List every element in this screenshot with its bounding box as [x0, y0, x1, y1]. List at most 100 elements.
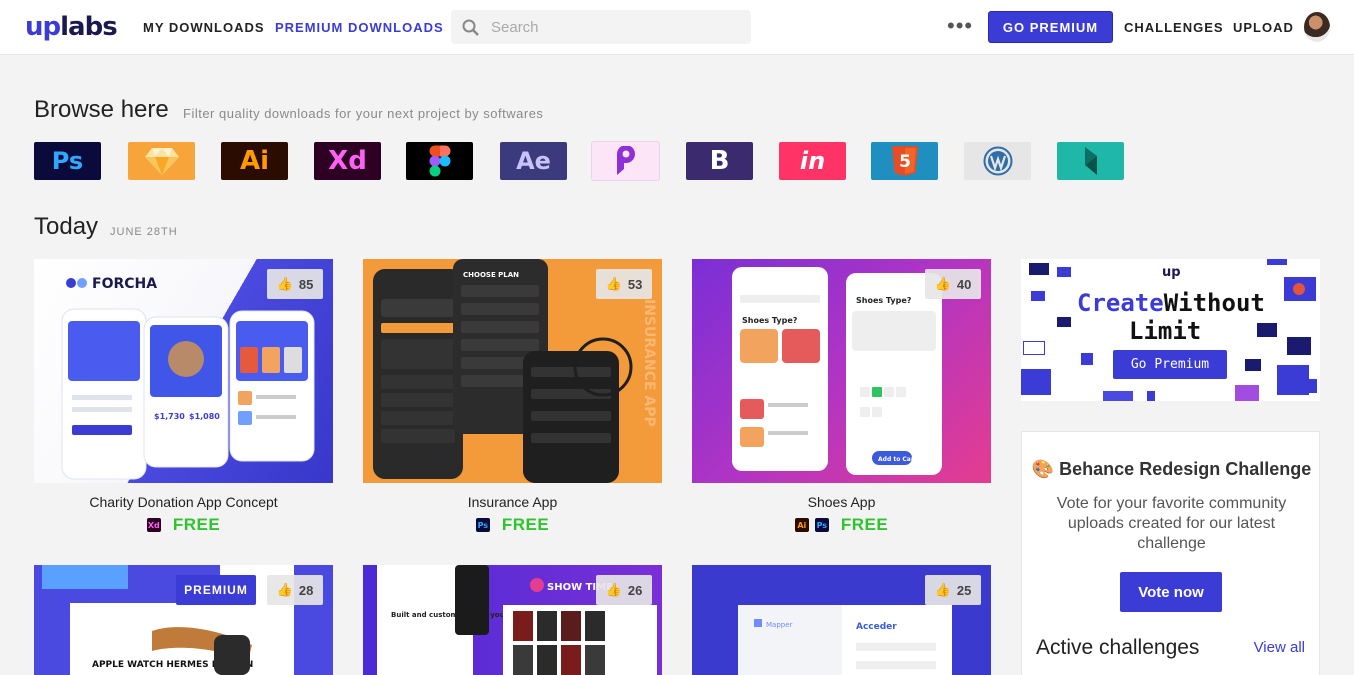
like-button[interactable]: 👍 26 — [596, 575, 652, 605]
like-button[interactable]: 👍 85 — [267, 269, 323, 299]
like-count: 40 — [956, 276, 972, 292]
software-wordpress[interactable] — [964, 142, 1031, 180]
price-label: FREE — [501, 515, 550, 534]
like-button[interactable]: 👍 25 — [925, 575, 981, 605]
price-label: FREE — [840, 515, 889, 534]
card-show-time[interactable]: Built and customized for your habits SHO… — [363, 565, 662, 675]
card-thumbnail[interactable]: Mapper Acceder 👍 25 — [692, 565, 991, 675]
thumbs-up-icon: 👍 — [934, 582, 951, 597]
card-thumbnail[interactable]: Shoes Type? Shoes Type? Add to Cart 👍 40 — [692, 259, 991, 483]
decorative-shape — [1309, 379, 1317, 393]
card-mapper[interactable]: Mapper Acceder 👍 25 — [692, 565, 991, 675]
like-button[interactable]: 👍 40 — [925, 269, 981, 299]
decorative-shape — [1147, 391, 1155, 401]
card-shoes-app[interactable]: Shoes Type? Shoes Type? Add to Cart 👍 40 … — [692, 259, 991, 549]
logo-up: up — [25, 12, 61, 42]
decorative-shape — [1267, 259, 1287, 265]
today-title: Today — [34, 213, 99, 240]
view-all-link[interactable]: View all — [1254, 639, 1305, 657]
like-count: 26 — [627, 582, 643, 598]
bootstrap-icon: B — [709, 146, 730, 176]
software-after-effects[interactable]: Ae — [500, 142, 567, 180]
nav-premium-downloads[interactable]: PREMIUM DOWNLOADS — [275, 20, 444, 36]
nav-my-downloads[interactable]: MY DOWNLOADS — [143, 20, 265, 36]
decorative-shape — [1245, 359, 1261, 371]
user-avatar[interactable] — [1304, 12, 1330, 42]
like-count: 28 — [298, 582, 314, 598]
card-title[interactable]: Insurance App — [363, 494, 662, 510]
software-bootstrap[interactable]: B — [686, 142, 753, 180]
thumbs-up-icon: 👍 — [276, 276, 293, 291]
decorative-shape — [1293, 283, 1305, 295]
ad-go-premium-button[interactable]: Go Premium — [1113, 350, 1227, 379]
card-charity-donation[interactable]: FORCHA $1,730 $1,080 👍 85 Charity Donatio… — [34, 259, 333, 549]
framer-icon — [1084, 147, 1097, 175]
svg-text:CHOOSE PLAN: CHOOSE PLAN — [463, 271, 519, 279]
nav-challenges[interactable]: CHALLENGES — [1124, 20, 1224, 36]
html5-icon: 5 — [891, 146, 918, 176]
figma-icon — [429, 145, 450, 177]
card-meta: Ps FREE — [363, 515, 662, 535]
ad-word-without: Without — [1163, 289, 1265, 317]
decorative-shape — [1031, 291, 1045, 301]
card-meta: Ai Ps FREE — [692, 515, 991, 535]
price-label: FREE — [172, 515, 221, 534]
decorative-shape — [1057, 267, 1071, 277]
uplabs-logo[interactable]: uplabs — [25, 12, 118, 42]
software-illustrator[interactable]: Ai — [221, 142, 288, 180]
wordpress-icon — [983, 146, 1012, 176]
svg-text:$1,730: $1,730 — [154, 412, 185, 421]
decorative-shape — [1023, 341, 1045, 355]
photoshop-icon: Ps — [475, 518, 490, 532]
card-thumbnail[interactable]: FORCHA $1,730 $1,080 👍 85 — [34, 259, 333, 483]
svg-text:Mapper: Mapper — [766, 621, 793, 629]
illustrator-icon: Ai — [794, 518, 809, 532]
ad-headline-limits: Limit — [1129, 317, 1202, 345]
browse-subtitle: Filter quality downloads for your next p… — [183, 106, 544, 121]
xd-icon: Xd — [328, 146, 367, 176]
thumbs-up-icon: 👍 — [605, 276, 622, 291]
card-apple-watch[interactable]: APPLE WATCH HERMES EDITION PREMIUM 👍 28 — [34, 565, 333, 675]
ad-word-create: Create — [1077, 289, 1164, 317]
photoshop-icon: Ps — [814, 518, 829, 532]
thumbs-up-icon: 👍 — [605, 582, 622, 597]
nav-upload[interactable]: UPLOAD — [1233, 20, 1294, 36]
card-thumbnail[interactable]: Built and customized for your habits SHO… — [363, 565, 662, 675]
svg-text:Shoes Type?: Shoes Type? — [856, 296, 912, 305]
software-invision[interactable]: in — [779, 142, 846, 180]
card-thumbnail[interactable]: APPLE WATCH HERMES EDITION PREMIUM 👍 28 — [34, 565, 333, 675]
svg-text:INSURANCE APP: INSURANCE APP — [641, 299, 657, 427]
decorative-shape — [1057, 317, 1071, 327]
software-photoshop[interactable]: Ps — [34, 142, 101, 180]
svg-text:Acceder: Acceder — [856, 622, 897, 632]
software-protopie[interactable] — [592, 142, 659, 180]
photoshop-icon: Ps — [51, 147, 84, 175]
software-figma[interactable] — [406, 142, 473, 180]
thumbs-up-icon: 👍 — [276, 582, 293, 597]
software-sketch[interactable] — [128, 142, 195, 180]
protopie-icon — [616, 146, 635, 175]
card-insurance-app[interactable]: CHOOSE PLAN INSURANCE APP 👍 53 Insurance … — [363, 259, 662, 549]
decorative-shape — [1277, 365, 1309, 395]
card-title[interactable]: Charity Donation App Concept — [34, 494, 333, 510]
ad-headline: CreateWithout — [1077, 289, 1265, 317]
more-options-icon[interactable]: ••• — [947, 14, 973, 38]
go-premium-ad[interactable]: up CreateWithout Limit Go Premium — [1021, 259, 1320, 401]
card-thumbnail[interactable]: CHOOSE PLAN INSURANCE APP 👍 53 — [363, 259, 662, 483]
challenge-title[interactable]: 🎨 Behance Redesign Challenge — [1022, 458, 1321, 480]
software-xd[interactable]: Xd — [314, 142, 381, 180]
decorative-shape — [1287, 337, 1311, 355]
software-framer[interactable] — [1057, 142, 1124, 180]
logo-labs: labs — [60, 12, 118, 42]
decorative-shape — [1021, 369, 1051, 395]
search-box[interactable] — [451, 10, 751, 44]
vote-now-button[interactable]: Vote now — [1120, 572, 1222, 612]
like-count: 25 — [956, 582, 972, 598]
search-input[interactable] — [491, 10, 741, 44]
software-html5[interactable]: 5 — [871, 142, 938, 180]
like-button[interactable]: 👍 28 — [267, 575, 323, 605]
like-button[interactable]: 👍 53 — [596, 269, 652, 299]
go-premium-button[interactable]: GO PREMIUM — [989, 12, 1112, 42]
xd-icon: Xd — [146, 518, 161, 532]
card-title[interactable]: Shoes App — [692, 494, 991, 510]
